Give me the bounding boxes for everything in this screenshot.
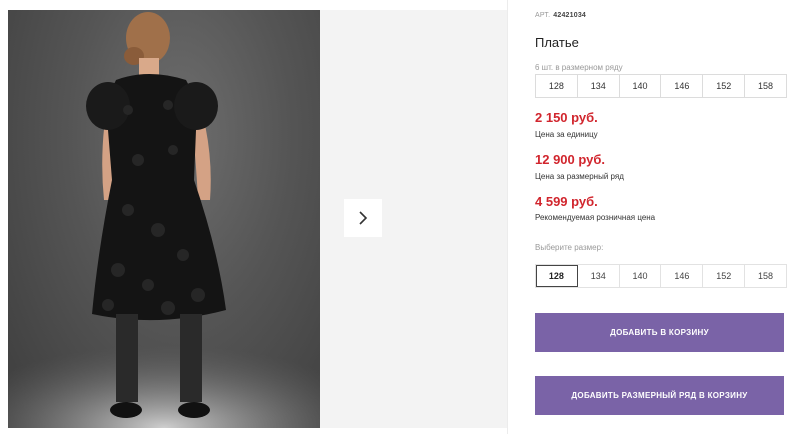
chevron-right-icon xyxy=(359,211,368,225)
product-photo[interactable] xyxy=(8,10,320,428)
choose-size-label: Выберите размер: xyxy=(535,243,604,252)
size-option-146[interactable]: 146 xyxy=(661,265,704,287)
size-row-cell: 158 xyxy=(758,81,774,91)
size-row-cell: 128 xyxy=(536,75,578,97)
add-to-cart-button[interactable]: ДОБАВИТЬ В КОРЗИНУ xyxy=(535,313,784,352)
next-image-button[interactable] xyxy=(344,199,382,237)
product-gallery xyxy=(0,0,507,434)
size-option-158[interactable]: 158 xyxy=(745,265,786,287)
size-row-cell: 146 xyxy=(661,75,704,97)
size-selector: 128 134 140 146 152 158 xyxy=(535,264,787,288)
unit-price-label: Цена за единицу xyxy=(535,130,598,139)
size-row-cell: 134 xyxy=(578,75,620,97)
row-price-label: Цена за размерный ряд xyxy=(535,172,624,181)
size-option-152[interactable]: 152 xyxy=(703,265,746,287)
size-row-cell: 140 xyxy=(620,75,662,97)
vertical-divider xyxy=(507,0,508,434)
size-option-134[interactable]: 134 xyxy=(578,265,620,287)
row-price: 12 900 руб. xyxy=(535,152,606,167)
retail-price-label: Рекомендуемая розничная цена xyxy=(535,213,656,222)
size-row-table: 128 134 140 146 152 158 xyxy=(535,74,787,98)
product-title: Платье xyxy=(535,35,579,50)
dress-model-image xyxy=(8,12,320,428)
size-row-cell: 152 xyxy=(703,75,746,97)
retail-price: 4 599 руб. xyxy=(535,194,598,209)
size-option-140[interactable]: 140 xyxy=(620,265,662,287)
article-number: АРТ. 42421034 xyxy=(535,12,587,19)
size-row-info: 6 шт. в размерном ряду xyxy=(535,63,623,72)
size-option-128[interactable]: 128 xyxy=(536,265,578,287)
add-size-row-to-cart-button[interactable]: ДОБАВИТЬ РАЗМЕРНЫЙ РЯД В КОРЗИНУ xyxy=(535,376,784,415)
unit-price: 2 150 руб. xyxy=(535,110,598,125)
